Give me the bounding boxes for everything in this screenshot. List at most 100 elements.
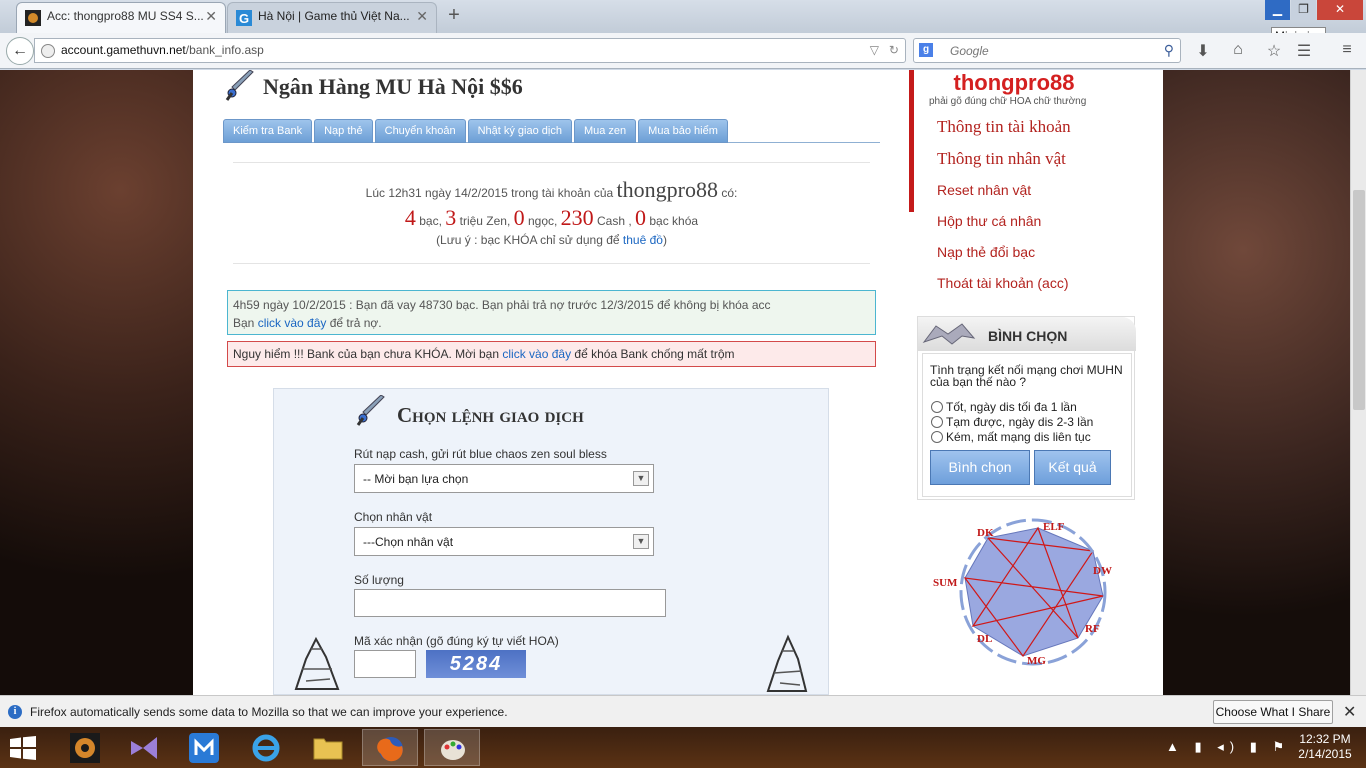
vote-button[interactable]: Bình chọn	[930, 450, 1030, 485]
taskbar-firefox[interactable]	[362, 729, 418, 766]
scrollbar-thumb[interactable]	[1353, 190, 1365, 410]
browser-tab-active[interactable]: Acc: thongpro88 MU SS4 S... ✕	[16, 2, 226, 33]
tab-top-up[interactable]: Nạp thẻ	[314, 119, 373, 143]
diagram-label-sum: SUM	[933, 577, 958, 589]
minimize-button[interactable]: ▁	[1265, 0, 1290, 20]
browser-tab[interactable]: G Hà Nội | Game thủ Việt Na... ✕	[227, 2, 437, 33]
cash-amount: 230	[560, 205, 594, 230]
home-icon[interactable]: ⌂	[1227, 41, 1249, 61]
poll-option-label: Tạm được, ngày dis 2-3 lần	[946, 415, 1094, 429]
jewel-amount: 0	[513, 205, 525, 230]
windows-start-icon[interactable]	[8, 736, 38, 760]
tab-transaction-log[interactable]: Nhật ký giao dịch	[467, 119, 572, 143]
loan-suffix: để trả nợ.	[326, 316, 382, 330]
captcha-input[interactable]	[354, 650, 416, 678]
gamethu-favicon-icon: G	[236, 10, 252, 26]
diagram-label-dw: DW	[1093, 565, 1112, 577]
zen-label: triệu Zen,	[456, 214, 514, 228]
firefox-icon	[377, 737, 403, 762]
taskbar-game-app[interactable]	[58, 729, 114, 766]
transaction-type-select[interactable]: -- Mời bạn lựa chọn ▼	[354, 464, 654, 493]
captcha-label: Mã xác nhận (gõ đúng ký tự viết HOA)	[354, 634, 559, 648]
menu-icon[interactable]: ≡	[1336, 41, 1358, 61]
close-notification-icon[interactable]: ✕	[1343, 702, 1356, 722]
bookmarks-menu-icon[interactable]: ☰	[1293, 41, 1315, 61]
tab-strip: Acc: thongpro88 MU SS4 S... ✕ G Hà Nội |…	[0, 0, 1366, 45]
url-bar[interactable]: account.gamethuvn.net/bank_info.asp ▽ ↻	[34, 38, 906, 63]
radio-button[interactable]	[931, 416, 943, 428]
menu-top-up-silver[interactable]: Nạp thẻ đổi bạc	[937, 244, 1035, 260]
url-path: /bank_info.asp	[185, 43, 264, 57]
restore-button[interactable]: ❐	[1291, 0, 1316, 20]
maxthon-icon	[189, 733, 219, 763]
poll-option-label: Tốt, ngày dis tối đa 1 lần	[946, 400, 1077, 414]
taskbar-file-explorer[interactable]	[300, 729, 356, 766]
lock-bank-link[interactable]: click vào đây	[502, 347, 571, 361]
new-tab-button[interactable]: +	[444, 4, 464, 27]
quantity-label: Số lượng	[354, 573, 404, 587]
poll-option-label: Kém, mất mạng dis liên tục	[946, 430, 1091, 444]
download-icon[interactable]: ⬇	[1192, 41, 1214, 61]
sword-icon	[356, 395, 385, 426]
warning-text: Nguy hiểm !!! Bank của bạn chưa KHÓA. Mờ…	[233, 347, 503, 361]
quantity-input[interactable]	[354, 589, 666, 617]
username-note: phải gõ đúng chữ HOA chữ thường	[929, 96, 1087, 107]
reload-icon[interactable]: ▽ ↻	[870, 43, 899, 57]
taskbar-visual-studio[interactable]	[116, 729, 172, 766]
notification-text: Firefox automatically sends some data to…	[30, 705, 508, 719]
repay-link[interactable]: click vào đây	[258, 316, 327, 330]
tab-buy-zen[interactable]: Mua zen	[573, 119, 637, 143]
tab-buy-insurance[interactable]: Mua bảo hiểm	[638, 119, 728, 143]
warning-suffix: để khóa Bank chống mất trộm	[571, 347, 735, 361]
rent-items-link[interactable]: thuê đồ	[623, 233, 663, 247]
choose-what-i-share-button[interactable]: Choose What I Share	[1213, 700, 1333, 724]
back-button[interactable]: ←	[6, 37, 34, 65]
warrior-sketch-icon	[766, 634, 808, 692]
note-text: (Lưu ý : bạc KHÓA chỉ sử dụng để	[436, 233, 623, 247]
poll-option[interactable]: Tốt, ngày dis tối đa 1 lần	[931, 400, 1077, 414]
radio-button[interactable]	[931, 431, 943, 443]
jewel-label: ngọc,	[524, 214, 561, 228]
results-button[interactable]: Kết quả	[1034, 450, 1111, 485]
info-icon: i	[8, 705, 22, 719]
bookmark-star-icon[interactable]: ☆	[1263, 41, 1285, 61]
radio-button[interactable]	[931, 401, 943, 413]
balance-intro: Lúc 12h31 ngày 14/2/2015 trong tài khoản…	[365, 186, 617, 200]
character-label: Chọn nhân vật	[354, 510, 433, 524]
close-tab-icon[interactable]: ✕	[416, 8, 428, 25]
menu-reset-character[interactable]: Reset nhân vật	[937, 182, 1031, 198]
menu-logout[interactable]: Thoát tài khoản (acc)	[937, 275, 1069, 291]
folder-icon	[313, 738, 343, 760]
menu-character-info[interactable]: Thông tin nhân vật	[937, 149, 1066, 169]
character-select[interactable]: ---Chọn nhân vật ▼	[354, 527, 654, 556]
close-window-button[interactable]: ✕	[1317, 0, 1363, 20]
diagram-label-mg: MG	[1027, 655, 1046, 667]
poll-option[interactable]: Tạm được, ngày dis 2-3 lần	[931, 415, 1093, 429]
bank-warning-box: Nguy hiểm !!! Bank của bạn chưa KHÓA. Mờ…	[227, 341, 876, 367]
search-input[interactable]: g Google ⚲	[913, 38, 1181, 63]
taskbar-clock[interactable]: 12:32 PM 2/14/2015	[1290, 732, 1360, 762]
transaction-panel: Chọn lệnh giao dịch Rút nạp cash, gửi rú…	[273, 388, 829, 695]
silver-amount: 4	[404, 205, 416, 230]
vertical-scrollbar[interactable]	[1350, 70, 1366, 695]
poll-option[interactable]: Kém, mất mạng dis liên tục	[931, 430, 1091, 444]
close-tab-icon[interactable]: ✕	[205, 8, 217, 25]
tab-transfer[interactable]: Chuyển khoản	[374, 119, 466, 143]
taskbar-internet-explorer[interactable]	[238, 729, 294, 766]
page-content: Ngân Hàng MU Hà Nội $$6 Kiểm tra Bank Nạ…	[193, 70, 1163, 695]
balance-summary: Lúc 12h31 ngày 14/2/2015 trong tài khoản…	[233, 162, 870, 264]
taskbar-maxthon[interactable]	[176, 729, 232, 766]
loan-info-box: 4h59 ngày 10/2/2015 : Bạn đã vay 48730 b…	[227, 290, 876, 335]
url-domain: account.gamethuvn.net	[61, 43, 186, 57]
game-app-icon	[70, 733, 100, 763]
poll-header: BÌNH CHỌN	[918, 317, 1136, 351]
taskbar-paint[interactable]	[424, 729, 480, 766]
system-tray-icons[interactable]: ▲ ▮ ◂) ▮ ⚑	[1166, 739, 1290, 755]
menu-inbox[interactable]: Hộp thư cá nhân	[937, 213, 1041, 229]
menu-account-info[interactable]: Thông tin tài khoản	[937, 117, 1071, 137]
search-icon[interactable]: ⚲	[1164, 42, 1174, 59]
note-end: )	[662, 233, 667, 247]
locked-silver-amount: 0	[635, 205, 647, 230]
tab-check-bank[interactable]: Kiểm tra Bank	[223, 119, 313, 143]
clock-time: 12:32 PM	[1299, 732, 1351, 746]
